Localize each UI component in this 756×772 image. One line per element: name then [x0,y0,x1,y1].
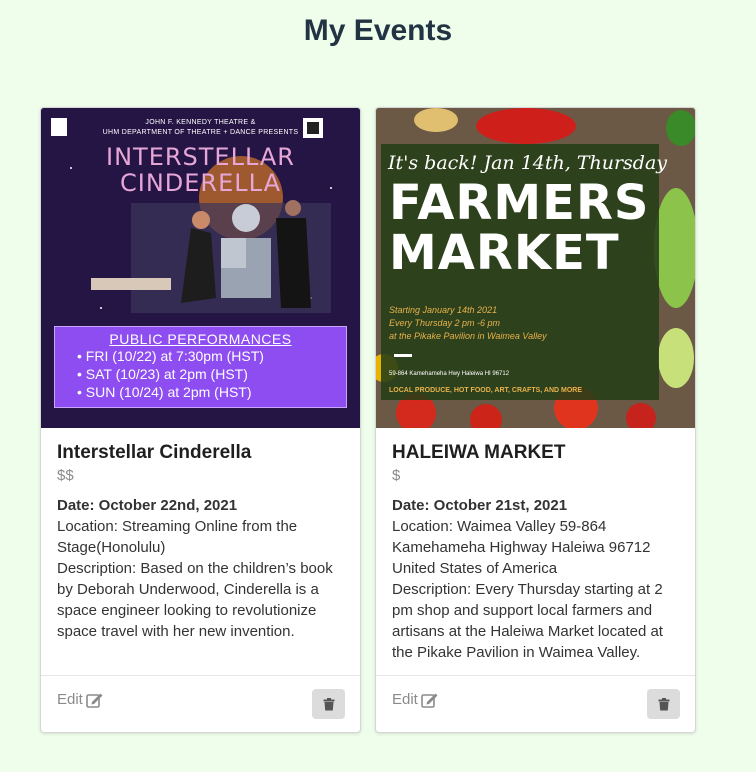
poster-footer-text: LOCAL PRODUCE, HOT FOOD, ART, CRAFTS, AN… [389,387,583,394]
event-price: $ [392,467,401,484]
event-location: Location: Streaming Online from the Stag… [57,518,298,556]
trash-icon [658,697,669,710]
event-card-body: Interstellar Cinderella $$ Date: October… [41,428,360,642]
poster-info-line: Starting January 14th 2021 [389,305,498,315]
event-price: $$ [57,467,74,484]
poster-title-line: FARMERS [389,175,650,231]
page-title: My Events [303,14,453,47]
poster-title-line: CINDERELLA [120,169,281,197]
poster-header-line: UHM DEPARTMENT OF THEATRE + DANCE PRESEN… [102,129,299,136]
event-poster-image: It's back! Jan 14th, Thursday FARMERS MA… [376,108,695,428]
event-card: It's back! Jan 14th, Thursday FARMERS MA… [375,107,696,733]
poster-info: Starting January 14th 2021 Every Thursda… [389,304,547,343]
poster-header-line: JOHN F. KENNEDY THEATRE & [145,119,256,126]
event-date: Date: October 22nd, 2021 [57,497,238,514]
edit-icon [421,693,438,708]
poster-info-line: at the Pikake Pavilion in Waimea Valley [389,331,547,341]
event-title: HALEIWA MARKET [392,442,566,463]
poster-divider [394,354,412,357]
poster-title: INTERSTELLAR CINDERELLA [41,144,360,196]
edit-link[interactable]: Edit [57,691,104,708]
event-description: Description: Based on the children’s boo… [57,560,333,640]
performance-line: • SAT (10/23) at 2pm (HST) [77,366,248,382]
event-card: JOHN F. KENNEDY THEATRE & UHM DEPARTMENT… [40,107,361,733]
trash-icon [323,697,334,710]
poster-info-line: Every Thursday 2 pm -6 pm [389,318,501,328]
performance-line: • FRI (10/22) at 7:30pm (HST) [77,348,264,364]
event-card-footer: Edit [376,675,695,732]
delete-button[interactable] [647,689,680,719]
event-card-body: HALEIWA MARKET $ Date: October 21st, 202… [376,428,695,663]
event-title: Interstellar Cinderella [57,442,252,463]
poster-address: 59-864 Kamehameha Hwy Haleiwa HI 96712 [389,371,510,377]
performances-heading: PUBLIC PERFORMANCES [109,331,292,347]
event-card-footer: Edit [41,675,360,732]
poster-title: FARMERS MARKET [389,178,649,278]
event-poster-image: JOHN F. KENNEDY THEATRE & UHM DEPARTMENT… [41,108,360,428]
edit-label: Edit [392,691,418,708]
event-location: Location: Waimea Valley 59-864 Kamehameh… [392,518,651,577]
poster-title-line: INTERSTELLAR [106,143,295,171]
performance-line: • SUN (10/24) at 2pm (HST) [77,384,252,400]
event-description: Description: Every Thursday starting at … [392,581,663,661]
edit-icon [86,693,103,708]
edit-link[interactable]: Edit [392,691,439,708]
poster-header: JOHN F. KENNEDY THEATRE & UHM DEPARTMENT… [41,118,360,138]
delete-button[interactable] [312,689,345,719]
edit-label: Edit [57,691,83,708]
poster-title-line: MARKET [389,225,620,281]
performances-box: PUBLIC PERFORMANCES • FRI (10/22) at 7:3… [54,326,347,408]
event-date: Date: October 21st, 2021 [392,497,568,514]
poster-tagline: It's back! Jan 14th, Thursday [388,152,668,174]
